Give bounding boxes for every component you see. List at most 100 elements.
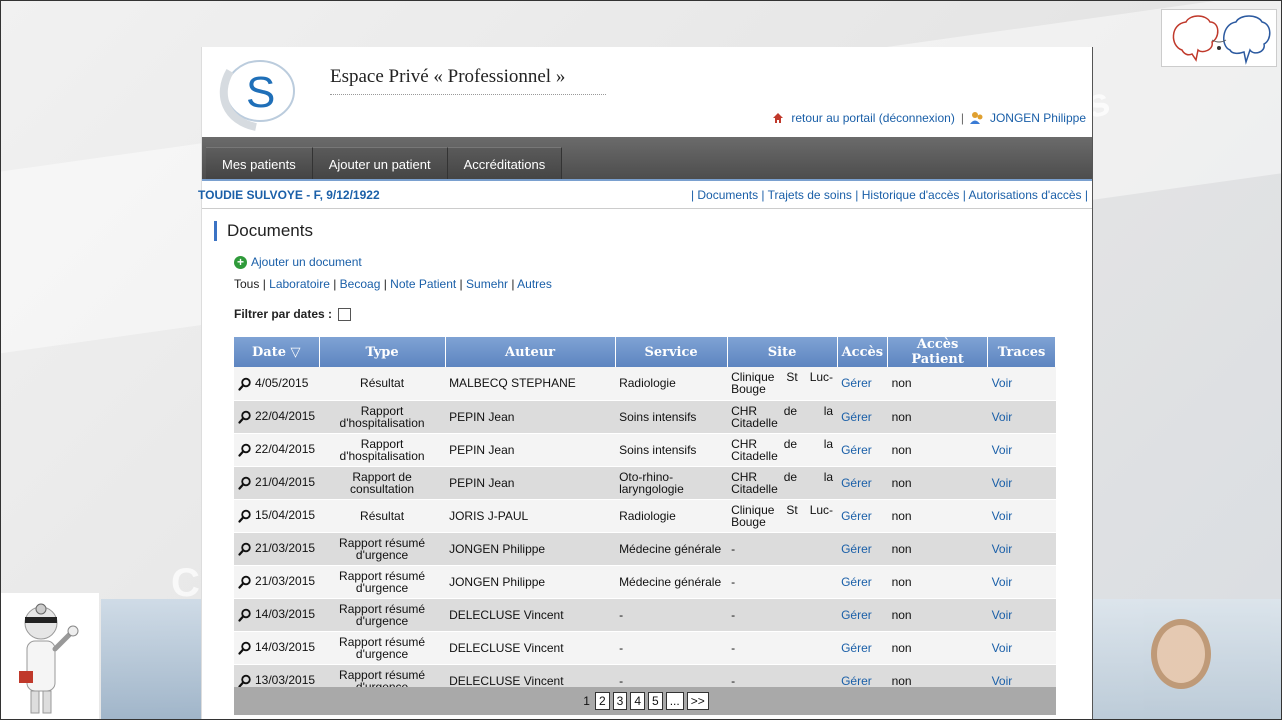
column-header-traces: Traces (987, 337, 1056, 367)
row-acces-link[interactable]: Gérer (837, 631, 888, 665)
patient-link-documents[interactable]: Documents (697, 188, 758, 202)
page-title: Espace Privé « Professionnel » (330, 66, 606, 95)
magnifier-icon[interactable] (238, 674, 252, 688)
row-service: Médecine générale (615, 532, 728, 566)
row-type: Rapport résumé d'urgence (319, 631, 446, 665)
row-date: 22/04/2015 (234, 400, 320, 434)
page-button-4[interactable]: 4 (630, 692, 646, 710)
filter-sumehr[interactable]: Sumehr (466, 277, 508, 291)
tab-ajouter-patient[interactable]: Ajouter un patient (312, 147, 448, 179)
column-header-auteur[interactable]: Auteur (445, 337, 616, 367)
background-photo-right (1081, 599, 1281, 719)
table-row: 21/04/2015 Rapport de consultation PEPIN J… (234, 466, 1056, 500)
row-acces-link[interactable]: Gérer (837, 400, 888, 434)
filter-all[interactable]: Tous (234, 277, 259, 291)
patient-link-historique[interactable]: Historique d'accès (862, 188, 960, 202)
column-header-service[interactable]: Service (615, 337, 728, 367)
row-date-value: 15/04/2015 (255, 508, 316, 523)
magnifier-icon[interactable] (238, 542, 252, 556)
filter-dates-checkbox[interactable] (338, 307, 352, 321)
row-acces-link[interactable]: Gérer (837, 598, 888, 632)
row-type: Rapport d'hospitalisation (319, 400, 446, 434)
row-traces-link[interactable]: Voir (987, 598, 1056, 632)
magnifier-icon[interactable] (238, 641, 252, 655)
magnifier-icon[interactable] (238, 377, 252, 391)
filter-note-patient[interactable]: Note Patient (390, 277, 456, 291)
magnifier-icon[interactable] (238, 509, 252, 523)
row-site: - (727, 631, 838, 665)
page-button-next[interactable]: >> (686, 692, 709, 710)
row-date: 21/03/2015 (234, 532, 320, 566)
row-type: Résultat (319, 367, 446, 401)
patient-links: | Documents | Trajets de soins | Histori… (690, 187, 1088, 202)
row-auteur: DELECLUSE Vincent (445, 598, 616, 632)
row-type: Résultat (319, 499, 446, 533)
magnifier-icon[interactable] (238, 410, 252, 424)
row-acces-link[interactable]: Gérer (837, 532, 888, 566)
row-type: Rapport d'hospitalisation (319, 433, 446, 467)
table-header-row: Date ▽ Type Auteur Service Site Accès Ac… (234, 337, 1056, 367)
row-date-value: 14/03/2015 (255, 640, 316, 655)
row-traces-link[interactable]: Voir (987, 631, 1056, 665)
row-acces-patient: non (887, 565, 988, 599)
column-header-type[interactable]: Type (319, 337, 446, 367)
column-header-site[interactable]: Site (727, 337, 838, 367)
table-row: 15/04/2015 Résultat JORIS J-PAUL Radiologie… (234, 499, 1056, 533)
row-service: Radiologie (615, 499, 728, 533)
table-row: 14/03/2015 Rapport résumé d'urgence DELECL… (234, 631, 1056, 665)
row-traces-link[interactable]: Voir (987, 400, 1056, 434)
patient-link-trajets[interactable]: Trajets de soins (768, 188, 852, 202)
page-button-2[interactable]: 2 (594, 692, 610, 710)
table-row: 21/03/2015 Rapport résumé d'urgence JONGEN… (234, 532, 1056, 566)
page-button-5[interactable]: 5 (648, 692, 663, 710)
row-acces-link[interactable]: Gérer (837, 433, 888, 467)
row-acces-link[interactable]: Gérer (837, 367, 888, 401)
filter-laboratoire[interactable]: Laboratoire (269, 277, 330, 291)
magnifier-icon[interactable] (238, 608, 252, 622)
row-date: 21/04/2015 (234, 466, 320, 500)
row-acces-patient: non (887, 598, 988, 632)
column-header-date[interactable]: Date ▽ (234, 337, 320, 367)
row-auteur: PEPIN Jean (445, 400, 616, 434)
plus-circle-icon: + (234, 255, 247, 269)
row-traces-link[interactable]: Voir (987, 565, 1056, 599)
row-acces-patient: non (887, 499, 988, 533)
filter-dates: Filtrer par dates : (234, 307, 1092, 321)
tab-mes-patients[interactable]: Mes patients (206, 147, 313, 179)
row-traces-link[interactable]: Voir (987, 367, 1056, 401)
row-acces-link[interactable]: Gérer (837, 466, 888, 500)
row-service: Radiologie (615, 367, 728, 401)
magnifier-icon[interactable] (238, 443, 252, 457)
row-site: Clinique St Luc-Bouge (727, 499, 838, 533)
user-name-link[interactable]: JONGEN Philippe (990, 111, 1086, 125)
row-date: 21/03/2015 (234, 565, 320, 599)
user-icon (969, 111, 984, 125)
page-button-ellipsis[interactable]: ... (665, 692, 684, 710)
row-acces-link[interactable]: Gérer (837, 565, 888, 599)
magnifier-icon[interactable] (238, 476, 252, 490)
magnifier-icon[interactable] (238, 575, 252, 589)
logout-link[interactable]: retour au portail (déconnexion) (791, 111, 954, 125)
row-site: CHR de la Citadelle (727, 400, 838, 434)
row-date-value: 21/04/2015 (255, 475, 316, 490)
table-row: 22/04/2015 Rapport d'hospitalisation PEPIN… (234, 433, 1056, 467)
row-auteur: MALBECQ STEPHANE (445, 367, 616, 401)
row-auteur: JONGEN Philippe (445, 565, 616, 599)
add-document-link[interactable]: + Ajouter un document (234, 255, 1092, 269)
row-traces-link[interactable]: Voir (987, 532, 1056, 566)
patient-link-autorisations[interactable]: Autorisations d'accès (969, 188, 1082, 202)
main-navbar: Mes patients Ajouter un patient Accrédit… (202, 137, 1092, 179)
row-auteur: PEPIN Jean (445, 433, 616, 467)
header-links: retour au portail (déconnexion) | JONGEN… (771, 111, 1086, 125)
page-button-3[interactable]: 3 (612, 692, 628, 710)
row-traces-link[interactable]: Voir (987, 499, 1056, 533)
tab-accreditations[interactable]: Accréditations (447, 147, 563, 179)
nurse-photo (1151, 619, 1211, 689)
row-site: Clinique St Luc-Bouge (727, 367, 838, 401)
filter-becoag[interactable]: Becoag (340, 277, 381, 291)
row-traces-link[interactable]: Voir (987, 466, 1056, 500)
filter-autres[interactable]: Autres (517, 277, 552, 291)
row-acces-link[interactable]: Gérer (837, 499, 888, 533)
row-date-value: 13/03/2015 (255, 673, 316, 688)
row-traces-link[interactable]: Voir (987, 433, 1056, 467)
